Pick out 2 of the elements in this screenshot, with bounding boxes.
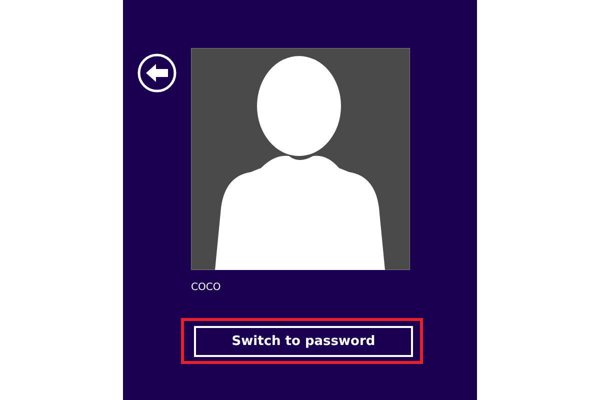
switch-to-password-button[interactable]: Switch to password — [194, 326, 413, 357]
user-name: COCO — [191, 282, 221, 294]
